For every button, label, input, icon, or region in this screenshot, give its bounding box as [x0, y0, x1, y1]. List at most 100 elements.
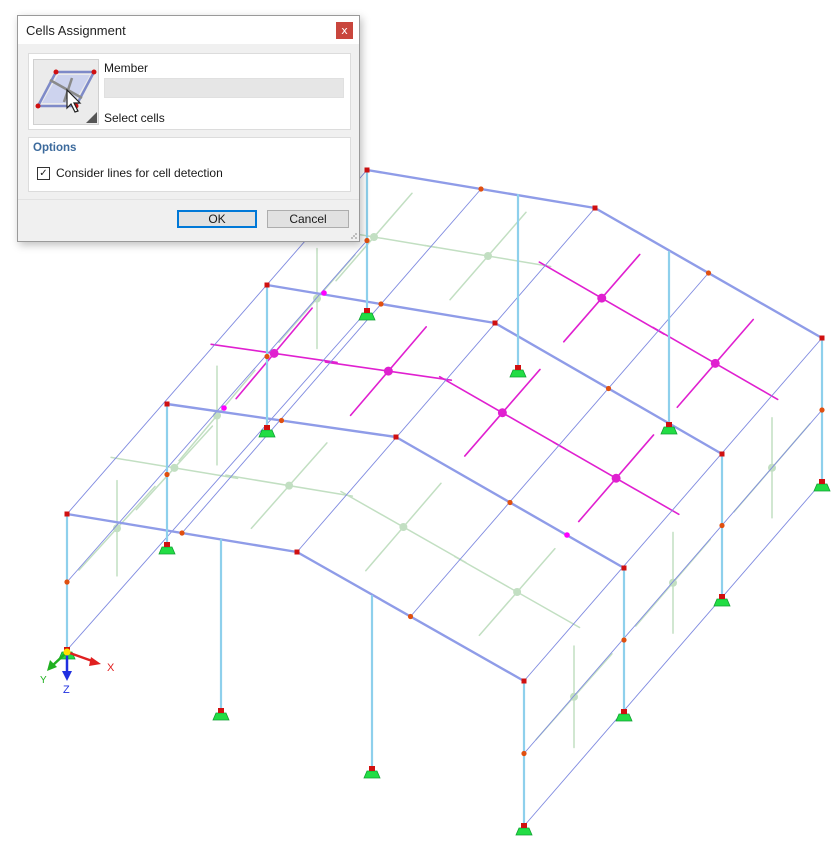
frame-node-2-1 — [492, 320, 498, 326]
dialog-titlebar[interactable]: Cells Assignment x — [18, 16, 359, 44]
roof-long-line-2 — [296, 207, 596, 553]
cells-assignment-dialog: Cells Assignment x Member Select cells O… — [17, 15, 360, 242]
wall-node-2-1 — [719, 522, 725, 529]
support-icon — [515, 827, 533, 836]
y-axis-label: Y — [40, 675, 47, 686]
close-button[interactable]: x — [336, 22, 353, 39]
unselected-cells — [78, 192, 811, 749]
frame-node-1-1 — [393, 434, 399, 440]
selected-cells — [210, 253, 779, 523]
mid-node-1-0 — [278, 417, 285, 424]
mid-node-2-1 — [605, 385, 612, 392]
origin-dot — [63, 648, 71, 656]
frame-node-1-0 — [164, 401, 170, 407]
support-icon — [158, 546, 176, 555]
mid-node-0-0 — [179, 530, 185, 536]
support-node-5 — [719, 594, 725, 599]
selected-cell-3-center — [611, 473, 621, 483]
support-icon — [660, 426, 678, 435]
support-node-2 — [164, 542, 170, 547]
frame-node-1-2 — [621, 565, 627, 571]
selected-node-1 — [221, 405, 227, 411]
support-icon — [258, 429, 276, 438]
footer-divider — [18, 199, 359, 200]
member-label: Member — [104, 61, 149, 75]
support-node-4 — [264, 425, 270, 430]
roof-long-line-3 — [410, 272, 709, 617]
unselected-cell-0-center — [170, 463, 179, 472]
support-node-1 — [521, 823, 527, 828]
wall-node-2-0 — [264, 353, 270, 360]
frame-node-3-1 — [592, 205, 598, 211]
options-panel: Options ✓ Consider lines for cell detect… — [28, 137, 351, 192]
wall-node-3-0 — [364, 237, 370, 244]
support-node-11 — [666, 422, 672, 427]
unselected-cell-2-center — [399, 523, 408, 531]
frame-node-2-0 — [264, 282, 270, 288]
selected-cell-4-center — [597, 293, 607, 303]
frame-node-2-2 — [719, 451, 725, 457]
select-cells-icon — [35, 69, 97, 123]
cancel-button[interactable]: Cancel — [267, 210, 349, 228]
unselected-cell-3-center — [513, 588, 522, 596]
mid-node-2-0 — [378, 301, 384, 307]
check-icon: ✓ — [39, 168, 48, 179]
support-icon — [615, 713, 633, 722]
nodes — [64, 167, 825, 757]
support-node-8 — [218, 708, 224, 713]
wall-long-line-right-mid — [523, 409, 823, 754]
support-icon — [713, 598, 731, 607]
wall-node-1-0 — [164, 471, 170, 478]
resize-grip-icon[interactable] — [349, 231, 357, 239]
selected-cell-5-center — [710, 358, 720, 368]
member-panel: Member Select cells — [28, 53, 351, 130]
wall-node-0-1 — [521, 750, 527, 757]
grid-lines — [66, 169, 823, 827]
members — [65, 168, 824, 683]
options-header: Options — [33, 142, 77, 154]
selected-cell-1-center — [383, 366, 393, 376]
wall-long-line-left-base — [66, 310, 368, 651]
unselected-cell-5-center — [484, 252, 492, 260]
consider-lines-checkbox[interactable]: ✓ — [37, 167, 50, 180]
selected-node-0 — [321, 290, 327, 296]
frame-node-0-2 — [521, 678, 527, 684]
ok-button[interactable]: OK — [177, 210, 257, 228]
mid-node-3-1 — [705, 270, 712, 276]
member-field[interactable] — [104, 78, 344, 98]
support-icon — [363, 770, 381, 779]
support-node-9 — [369, 766, 375, 771]
unselected-cell-4-center — [370, 233, 378, 241]
frame-node-3-0 — [364, 167, 370, 173]
x-arrow-icon — [89, 657, 101, 666]
support-icon — [358, 312, 376, 321]
mid-node-0-1 — [407, 613, 414, 620]
support-node-10 — [515, 365, 521, 370]
wall-node-3-1 — [819, 407, 825, 413]
selected-node-2 — [564, 532, 570, 538]
support-icon — [813, 483, 831, 492]
frame-node-0-0 — [64, 511, 70, 517]
axis-triad: X Y Z — [40, 648, 115, 696]
support-icon — [212, 712, 230, 721]
select-cells-button[interactable] — [33, 59, 99, 125]
support-node-7 — [819, 479, 825, 484]
x-axis-label: X — [107, 662, 115, 674]
wall-node-0-0 — [64, 579, 70, 585]
z-arrow-icon — [62, 671, 72, 681]
wall-cell-10-center — [313, 294, 321, 303]
z-axis-label: Z — [63, 684, 70, 696]
close-icon: x — [341, 24, 348, 37]
mid-node-3-0 — [478, 186, 484, 192]
consider-lines-label: Consider lines for cell detection — [56, 166, 223, 180]
select-cells-label: Select cells — [104, 111, 165, 125]
dialog-title: Cells Assignment — [26, 23, 126, 38]
support-node-6 — [364, 308, 370, 313]
supports — [58, 308, 831, 836]
wall-node-1-1 — [621, 637, 627, 643]
frame-node-3-2 — [819, 335, 825, 341]
mid-node-1-1 — [507, 499, 513, 506]
support-node-3 — [621, 709, 627, 714]
support-icon — [509, 369, 527, 378]
columns — [65, 168, 824, 828]
